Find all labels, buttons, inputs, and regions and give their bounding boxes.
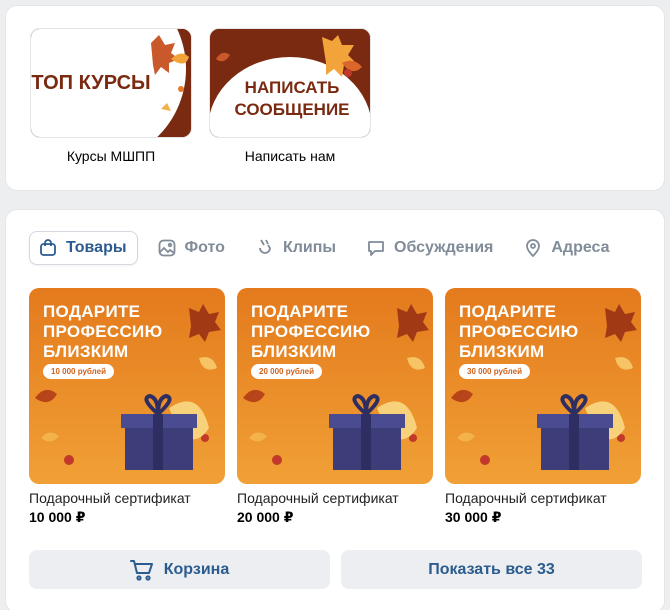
tab-clips[interactable]: Клипы: [246, 231, 347, 265]
image-headline-line: ПРОФЕССИЮ: [43, 322, 163, 341]
tab-label: Фото: [184, 239, 225, 256]
tab-label: Адреса: [551, 239, 610, 256]
thumb-label-message-2: СООБЩЕНИЕ: [234, 100, 349, 119]
image-headline-line: ПОДАРИТЕ: [459, 302, 557, 321]
product-image[interactable]: ПОДАРИТЕ ПРОФЕССИЮ БЛИЗКИМ 30 000 рублей: [445, 288, 641, 484]
content-card: Товары Фото Клипы Обсуждения Адреса ПОДА…: [5, 209, 665, 610]
link-thumb-message[interactable]: НАПИСАТЬ СООБЩЕНИЕ: [209, 28, 371, 138]
link-caption-courses[interactable]: Курсы МШПП: [30, 148, 192, 164]
product-title[interactable]: Подарочный сертификат: [445, 490, 641, 506]
image-price-badge: 10 000 рублей: [43, 364, 115, 379]
product-title[interactable]: Подарочный сертификат: [29, 490, 225, 506]
product-image-headline: ПОДАРИТЕ ПРОФЕССИЮ БЛИЗКИМ: [43, 302, 162, 362]
image-headline-line: БЛИЗКИМ: [251, 342, 337, 361]
image-price-badge: 20 000 рублей: [251, 364, 323, 379]
bag-icon: [38, 238, 58, 258]
discussion-icon: [366, 238, 386, 258]
product-card-3[interactable]: ПОДАРИТЕ ПРОФЕССИЮ БЛИЗКИМ 30 000 рублей…: [445, 288, 641, 526]
product-price: 30 000 ₽: [445, 509, 502, 525]
product-card-1[interactable]: ПОДАРИТЕ ПРОФЕССИЮ БЛИЗКИМ 10 000 рублей…: [29, 288, 225, 526]
product-image[interactable]: ПОДАРИТЕ ПРОФЕССИЮ БЛИЗКИМ 20 000 рублей: [237, 288, 433, 484]
tab-label: Товары: [66, 239, 127, 256]
tab-addresses[interactable]: Адреса: [514, 231, 620, 265]
show-all-button[interactable]: Показать все 33: [341, 550, 642, 589]
image-headline-line: ПОДАРИТЕ: [43, 302, 141, 321]
tab-discussions[interactable]: Обсуждения: [357, 231, 504, 265]
product-price: 20 000 ₽: [237, 509, 294, 525]
photo-icon: [157, 238, 177, 258]
image-headline-line: БЛИЗКИМ: [459, 342, 545, 361]
cart-button[interactable]: Корзина: [29, 550, 330, 589]
thumb-label-message-1: НАПИСАТЬ: [245, 78, 340, 97]
cart-icon: [129, 559, 154, 581]
product-card-2[interactable]: ПОДАРИТЕ ПРОФЕССИЮ БЛИЗКИМ 20 000 рублей…: [237, 288, 433, 526]
cart-button-label: Корзина: [163, 560, 230, 578]
image-headline-line: ПОДАРИТЕ: [251, 302, 349, 321]
image-headline-line: ПРОФЕССИЮ: [251, 322, 371, 341]
tab-goods[interactable]: Товары: [29, 231, 138, 265]
tabs-bar: Товары Фото Клипы Обсуждения Адреса: [29, 231, 631, 265]
image-price-badge: 30 000 рублей: [459, 364, 531, 379]
tab-label: Обсуждения: [394, 239, 494, 256]
location-icon: [523, 238, 543, 258]
thumb-label-courses: ТОП КУРСЫ: [31, 72, 150, 94]
product-title[interactable]: Подарочный сертификат: [237, 490, 433, 506]
show-all-button-label: Показать все 33: [428, 560, 555, 578]
clips-icon: [255, 238, 275, 258]
links-card: ТОП КУРСЫ Курсы МШПП НАПИСАТЬ СООБЩЕНИЕ …: [5, 5, 665, 191]
image-headline-line: ПРОФЕССИЮ: [459, 322, 579, 341]
link-caption-message[interactable]: Написать нам: [209, 148, 371, 164]
product-price: 10 000 ₽: [29, 509, 86, 525]
link-item-courses[interactable]: ТОП КУРСЫ Курсы МШПП: [30, 28, 192, 164]
product-image[interactable]: ПОДАРИТЕ ПРОФЕССИЮ БЛИЗКИМ 10 000 рублей: [29, 288, 225, 484]
link-thumb-courses[interactable]: ТОП КУРСЫ: [30, 28, 192, 138]
image-headline-line: БЛИЗКИМ: [43, 342, 129, 361]
product-image-headline: ПОДАРИТЕ ПРОФЕССИЮ БЛИЗКИМ: [251, 302, 370, 362]
link-item-message[interactable]: НАПИСАТЬ СООБЩЕНИЕ Написать нам: [209, 28, 371, 164]
tab-label: Клипы: [282, 239, 337, 256]
tab-photo[interactable]: Фото: [148, 231, 236, 265]
product-image-headline: ПОДАРИТЕ ПРОФЕССИЮ БЛИЗКИМ: [459, 302, 578, 362]
